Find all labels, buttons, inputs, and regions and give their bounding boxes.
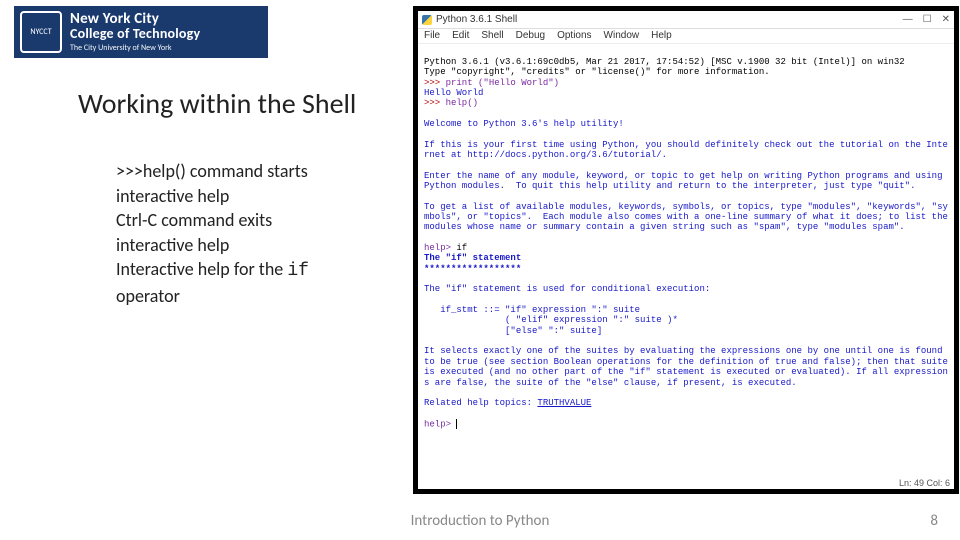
help-input-if: if (456, 243, 467, 253)
bullet-1a: >>>help() command starts (116, 160, 386, 183)
maximize-icon: ☐ (923, 14, 932, 26)
input-print: print ("Hello World") (446, 78, 559, 88)
if-desc: The "if" statement is used for condition… (424, 284, 710, 294)
if-syntax-3: ["else" ":" suite] (424, 326, 602, 336)
terminal-content: Python 3.6.1 (v3.6.1:69c0db5, Mar 21 201… (418, 44, 954, 442)
menu-file: File (424, 30, 440, 42)
bullet-1b: interactive help (116, 185, 386, 208)
menu-window: Window (604, 30, 640, 42)
banner-line-1: Python 3.6.1 (v3.6.1:69c0db5, Mar 21 201… (424, 57, 905, 67)
banner-line-2: Type "copyright", "credits" or "license(… (424, 67, 770, 77)
if-related-label: Related help topics: (424, 398, 537, 408)
slide-title: Working within the Shell (78, 86, 356, 121)
menu-edit: Edit (452, 30, 469, 42)
help-prompt: help> (424, 243, 456, 253)
footer-title: Introduction to Python (0, 512, 960, 530)
python-shell-screenshot: Python 3.6.1 Shell — ☐ ✕ File Edit Shell… (413, 6, 959, 494)
window-titlebar: Python 3.6.1 Shell — ☐ ✕ (418, 11, 954, 29)
close-icon: ✕ (942, 14, 950, 26)
output-hello: Hello World (424, 88, 483, 98)
if-syntax-1: if_stmt ::= "if" expression ":" suite (424, 305, 640, 315)
prompt: >>> (424, 98, 446, 108)
cursor (456, 419, 457, 429)
if-sep: ****************** (424, 264, 521, 274)
help-p1: If this is your first time using Python,… (424, 140, 948, 160)
prompt: >>> (424, 78, 446, 88)
window-title: Python 3.6.1 Shell (436, 14, 517, 26)
menu-shell: Shell (481, 30, 503, 42)
help-p3: To get a list of available modules, keyw… (424, 202, 953, 233)
help-prompt-2: help> (424, 419, 456, 429)
menu-options: Options (557, 30, 591, 42)
help-welcome: Welcome to Python 3.6's help utility! (424, 119, 624, 129)
bullet-list: >>>help() command starts interactive hel… (116, 160, 386, 309)
if-body: It selects exactly one of the suites by … (424, 346, 953, 387)
if-related-link: TRUTHVALUE (537, 398, 591, 408)
bullet-2b: interactive help (116, 234, 386, 257)
input-help: help() (446, 98, 478, 108)
help-p2: Enter the name of any module, keyword, o… (424, 171, 948, 191)
bullet-2a: Ctrl-C command exits (116, 209, 386, 232)
bullet-3b: operator (116, 285, 386, 308)
menu-help: Help (651, 30, 672, 42)
bullet-3a: Interactive help for the if (116, 258, 386, 283)
python-shell-window: Python 3.6.1 Shell — ☐ ✕ File Edit Shell… (418, 11, 954, 489)
logo-line2: College of Technology (70, 27, 200, 42)
if-title: The "if" statement (424, 253, 521, 263)
logo-seal: NYCCT (20, 11, 62, 53)
logo-text: New York City College of Technology The … (70, 12, 200, 53)
python-icon (422, 15, 432, 25)
bullet-code-if: if (287, 261, 309, 281)
menu-bar: File Edit Shell Debug Options Window Hel… (418, 29, 954, 44)
logo-line3: The City University of New York (70, 44, 200, 52)
menu-debug: Debug (516, 30, 545, 42)
status-bar: Ln: 49 Col: 6 (899, 477, 950, 489)
if-syntax-2: ( "elif" expression ":" suite )* (424, 315, 678, 325)
minimize-icon: — (903, 14, 913, 26)
page-number: 8 (930, 512, 938, 530)
college-logo: NYCCT New York City College of Technolog… (14, 6, 268, 58)
